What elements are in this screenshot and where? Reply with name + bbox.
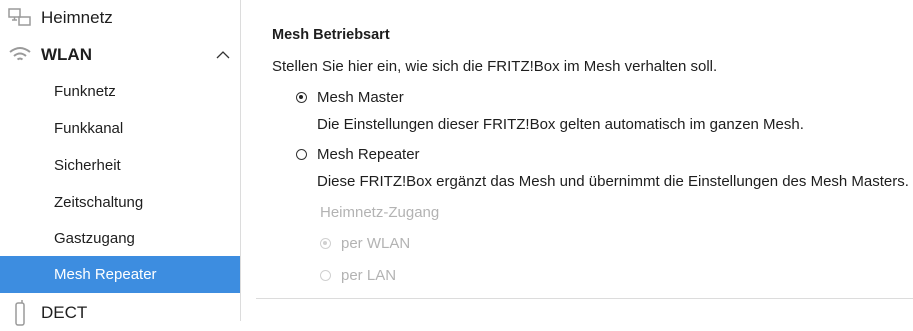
sidebar-subitem-label: Funknetz <box>54 83 116 100</box>
sidebar-subitem-mesh-repeater[interactable]: Mesh Repeater <box>0 256 240 293</box>
sidebar-item-heimnetz[interactable]: Heimnetz <box>0 0 240 36</box>
option-label-per-lan[interactable]: per LAN <box>341 267 396 284</box>
radio-mesh-master[interactable] <box>296 92 307 103</box>
option-label-mesh-repeater[interactable]: Mesh Repeater <box>317 146 420 163</box>
sidebar-item-dect[interactable]: DECT <box>0 295 240 331</box>
chevron-up-icon[interactable] <box>215 47 231 63</box>
sidebar-subitem-gastzugang[interactable]: Gastzugang <box>0 220 240 257</box>
sidebar-subitem-label: Gastzugang <box>54 230 135 247</box>
option-label-per-wlan[interactable]: per WLAN <box>341 235 410 252</box>
sidebar-subitem-label: Mesh Repeater <box>54 266 157 283</box>
section-title: Mesh Betriebsart <box>272 27 390 43</box>
heimnetz-zugang-title: Heimnetz-Zugang <box>320 204 440 221</box>
option-description-mesh-repeater: Diese FRITZ!Box ergänzt das Mesh und übe… <box>317 173 909 190</box>
sidebar-subitem-label: Zeitschaltung <box>54 194 144 211</box>
wifi-icon <box>6 41 34 69</box>
section-description: Stellen Sie hier ein, wie sich die FRITZ… <box>272 58 718 75</box>
sidebar-item-label: Heimnetz <box>41 8 113 27</box>
sidebar-subitem-sicherheit[interactable]: Sicherheit <box>0 147 240 184</box>
sidebar-item-label: WLAN <box>41 45 92 64</box>
sidebar-item-label: DECT <box>41 303 88 322</box>
sidebar: Heimnetz WLAN Funknetz Funkkanal Sicherh… <box>0 0 241 326</box>
sidebar-subitem-zeitschaltung[interactable]: Zeitschaltung <box>0 184 240 221</box>
sidebar-subitem-funknetz[interactable]: Funknetz <box>0 73 240 110</box>
divider <box>256 298 913 299</box>
phone-icon <box>6 299 34 327</box>
sidebar-subitem-label: Funkkanal <box>54 120 124 137</box>
radio-mesh-repeater[interactable] <box>296 149 307 160</box>
sidebar-item-wlan[interactable]: WLAN <box>0 37 240 73</box>
radio-per-wlan[interactable] <box>320 238 331 249</box>
main-content: Mesh Betriebsart Stellen Sie hier ein, w… <box>241 0 913 321</box>
option-label-mesh-master[interactable]: Mesh Master <box>317 89 404 106</box>
sidebar-subitem-funkkanal[interactable]: Funkkanal <box>0 110 240 147</box>
sidebar-subitem-label: Sicherheit <box>54 157 121 174</box>
option-description-mesh-master: Die Einstellungen dieser FRITZ!Box gelte… <box>317 116 804 133</box>
network-icon <box>6 4 34 32</box>
radio-per-lan[interactable] <box>320 270 331 281</box>
